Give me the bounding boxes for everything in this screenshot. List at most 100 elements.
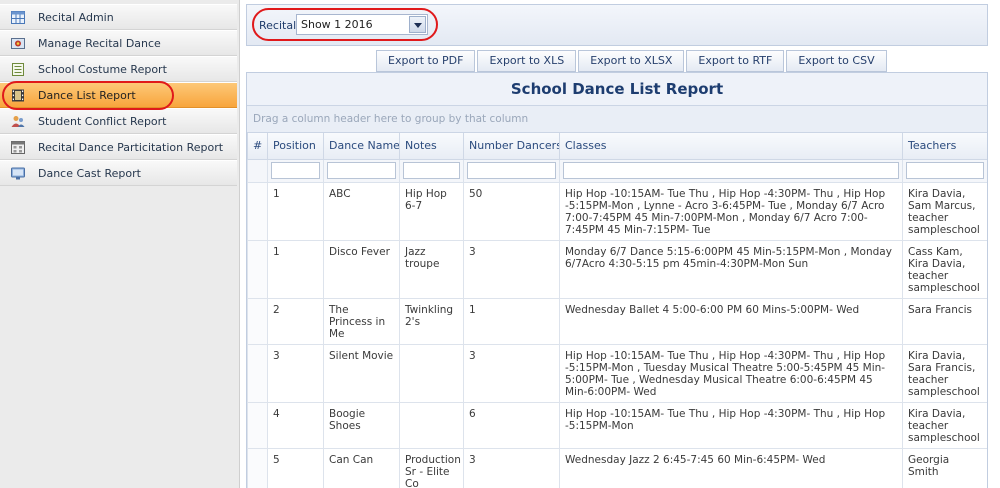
row-index-cell [247, 181, 268, 241]
notes-cell [399, 343, 464, 403]
row-index-cell [247, 401, 268, 449]
teachers-cell: Kira Davia, Sara Francis, teacher sample… [902, 343, 987, 403]
position-cell: 2 [267, 297, 324, 345]
dance-name-cell: Silent Movie [323, 343, 400, 403]
filter-cell [399, 158, 464, 183]
position-cell: 1 [267, 181, 324, 241]
filter-input-teachers[interactable] [906, 162, 984, 179]
number-dancers-cell: 3 [463, 343, 560, 403]
sidebar-item-school-costume-report[interactable]: School Costume Report [0, 56, 237, 82]
dance-name-cell: Can Can [323, 447, 400, 488]
classes-cell: Hip Hop -10:15AM- Tue Thu , Hip Hop -4:3… [559, 181, 903, 241]
sidebar-item-label: Recital Dance Particitation Report [38, 141, 224, 154]
row-index-cell [247, 297, 268, 345]
table-row[interactable]: 4 Boogie Shoes 6 Hip Hop -10:15AM- Tue T… [247, 401, 987, 449]
column-header-teachers[interactable]: Teachers [902, 133, 987, 160]
classes-cell: Monday 6/7 Dance 5:15-6:00PM 45 Min-5:15… [559, 239, 903, 299]
dance-name-cell: ABC [323, 181, 400, 241]
dance-name-cell: The Princess in Me [323, 297, 400, 345]
column-header-dance-name[interactable]: Dance Name [323, 133, 400, 160]
teachers-cell: Georgia Smith [902, 447, 987, 488]
teachers-cell: Sara Francis [902, 297, 987, 345]
notes-cell [399, 401, 464, 449]
row-index-cell [247, 343, 268, 403]
calendar-report-icon [11, 141, 25, 154]
number-dancers-cell: 3 [463, 239, 560, 299]
notes-cell: Jazz troupe [399, 239, 464, 299]
column-header-position[interactable]: Position [267, 133, 324, 160]
number-dancers-cell: 1 [463, 297, 560, 345]
export-pdf-button[interactable]: Export to PDF [376, 50, 476, 72]
sidebar-item-label: Recital Admin [38, 11, 114, 24]
group-by-panel[interactable]: Drag a column header here to group by th… [247, 106, 987, 133]
recital-filter-bar: Recital: Show 1 2016 [246, 4, 988, 46]
filter-row [247, 158, 987, 183]
column-header-number-dancers[interactable]: Number Dancers [463, 133, 560, 160]
export-xlsx-button[interactable]: Export to XLSX [578, 50, 685, 72]
sidebar-item-recital-dance-participation-report[interactable]: Recital Dance Particitation Report [0, 134, 237, 160]
film-strip-icon [11, 89, 25, 102]
classes-cell: Wednesday Ballet 4 5:00-6:00 PM 60 Mins-… [559, 297, 903, 345]
sidebar-item-dance-list-report[interactable]: Dance List Report [0, 82, 237, 108]
filter-cell [267, 158, 324, 183]
teachers-cell: Kira Davia, Sam Marcus, teacher samplesc… [902, 181, 987, 241]
header-row: # Position Dance Name Notes Number Dance… [247, 133, 987, 160]
dancer-photo-icon [11, 37, 25, 50]
users-conflict-icon [11, 115, 25, 128]
classes-cell: Hip Hop -10:15AM- Tue Thu , Hip Hop -4:3… [559, 343, 903, 403]
table-row[interactable]: 1 Disco Fever Jazz troupe 3 Monday 6/7 D… [247, 239, 987, 299]
classes-cell: Hip Hop -10:15AM- Tue Thu , Hip Hop -4:3… [559, 401, 903, 449]
recital-label: Recital: [259, 19, 300, 32]
filter-cell [463, 158, 560, 183]
sidebar-item-student-conflict-report[interactable]: Student Conflict Report [0, 108, 237, 134]
filter-cell [323, 158, 400, 183]
sidebar-item-label: Student Conflict Report [38, 115, 167, 128]
classes-cell: Wednesday Jazz 2 6:45-7:45 60 Min-6:45PM… [559, 447, 903, 488]
notes-cell: Twinkling 2's [399, 297, 464, 345]
column-header-classes[interactable]: Classes [559, 133, 903, 160]
sidebar-item-label: Manage Recital Dance [38, 37, 161, 50]
notes-cell: Production Sr - Elite Co [399, 447, 464, 488]
table-row[interactable]: 1 ABC Hip Hop 6-7 50 Hip Hop -10:15AM- T… [247, 181, 987, 241]
table-grid-icon [11, 11, 25, 24]
position-cell: 1 [267, 239, 324, 299]
export-csv-button[interactable]: Export to CSV [786, 50, 887, 72]
sidebar-item-label: School Costume Report [38, 63, 167, 76]
sidebar-item-manage-recital-dance[interactable]: Manage Recital Dance [0, 30, 237, 56]
dance-name-cell: Boogie Shoes [323, 401, 400, 449]
report-document-icon [11, 63, 25, 76]
dropdown-arrow-icon[interactable] [409, 16, 426, 33]
sidebar-item-recital-admin[interactable]: Recital Admin [0, 4, 237, 30]
filter-input-dance-name[interactable] [327, 162, 396, 179]
export-xls-button[interactable]: Export to XLS [477, 50, 577, 72]
table-row[interactable]: 5 Can Can Production Sr - Elite Co 3 Wed… [247, 447, 987, 488]
number-dancers-cell: 3 [463, 447, 560, 488]
position-cell: 3 [267, 343, 324, 403]
number-dancers-cell: 50 [463, 181, 560, 241]
filter-cell [559, 158, 903, 183]
table-row[interactable]: 2 The Princess in Me Twinkling 2's 1 Wed… [247, 297, 987, 345]
sidebar-item-label: Dance List Report [38, 89, 136, 102]
export-toolbar: Export to PDF Export to XLS Export to XL… [376, 50, 889, 72]
main-content: Recital: Show 1 2016 Export to PDF Expor… [246, 4, 988, 488]
filter-input-notes[interactable] [403, 162, 460, 179]
table-row[interactable]: 3 Silent Movie 3 Hip Hop -10:15AM- Tue T… [247, 343, 987, 403]
teachers-cell: Kira Davia, teacher sampleschool [902, 401, 987, 449]
filter-input-position[interactable] [271, 162, 320, 179]
position-cell: 4 [267, 401, 324, 449]
sidebar-item-dance-cast-report[interactable]: Dance Cast Report [0, 160, 237, 186]
dance-name-cell: Disco Fever [323, 239, 400, 299]
column-header-notes[interactable]: Notes [399, 133, 464, 160]
export-rtf-button[interactable]: Export to RTF [686, 50, 785, 72]
filter-input-classes[interactable] [563, 162, 899, 179]
report-grid: School Dance List Report Drag a column h… [246, 72, 988, 488]
row-index-cell [247, 447, 268, 488]
filter-input-number-dancers[interactable] [467, 162, 556, 179]
teachers-cell: Cass Kam, Kira Davia, teacher samplescho… [902, 239, 987, 299]
recital-select[interactable]: Show 1 2016 [296, 14, 428, 35]
recital-selected-value: Show 1 2016 [301, 18, 373, 31]
filter-cell [902, 158, 987, 183]
column-header-index[interactable]: # [247, 133, 268, 160]
monitor-cast-icon [11, 167, 25, 180]
sidebar-nav: Recital Admin Manage Recital Dance Schoo… [0, 0, 240, 488]
